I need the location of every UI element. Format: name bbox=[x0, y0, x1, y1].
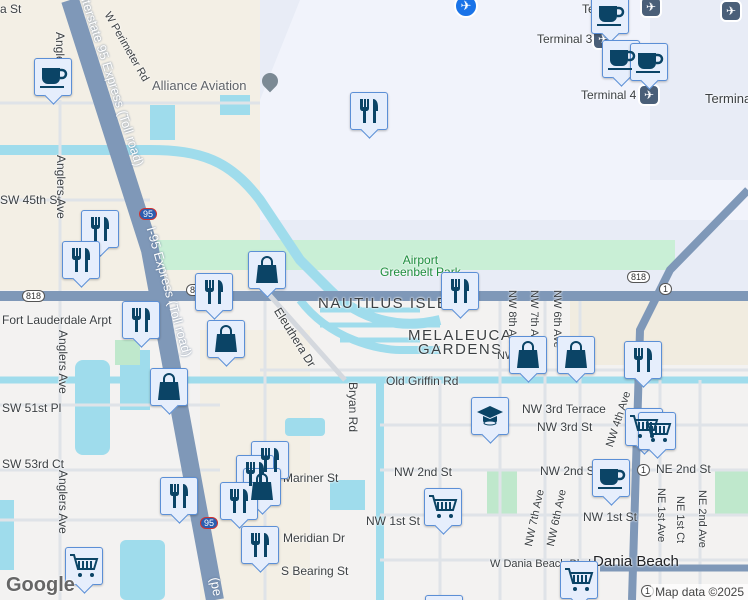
street-label: Old Griffin Rd bbox=[386, 374, 459, 388]
cafe-marker[interactable] bbox=[630, 43, 668, 81]
shopping-icon bbox=[563, 341, 589, 369]
route-shield-i95: 95 bbox=[200, 517, 219, 529]
grocery-marker[interactable] bbox=[560, 561, 598, 599]
restaurant-marker[interactable] bbox=[624, 341, 662, 379]
shopping-icon bbox=[213, 325, 239, 353]
restaurant-marker[interactable] bbox=[81, 210, 119, 248]
restaurant-icon bbox=[630, 346, 656, 374]
restaurant-icon bbox=[87, 215, 113, 243]
restaurant-icon bbox=[447, 277, 473, 305]
street-label: SW 53rd Ct bbox=[2, 457, 65, 471]
google-logo: Google bbox=[6, 574, 75, 596]
restaurant-marker[interactable] bbox=[441, 272, 479, 310]
street-label: NW 2nd St bbox=[394, 465, 453, 479]
grocery-icon bbox=[564, 567, 594, 593]
restaurant-marker[interactable] bbox=[160, 477, 198, 515]
school-marker[interactable] bbox=[471, 397, 509, 435]
grocery-icon bbox=[69, 553, 99, 579]
shopping-marker[interactable] bbox=[207, 320, 245, 358]
cafe-icon bbox=[634, 49, 664, 75]
cafe-marker[interactable] bbox=[592, 459, 630, 497]
restaurant-icon bbox=[128, 306, 154, 334]
city-label: Dania Beach bbox=[593, 553, 679, 570]
restaurant-icon bbox=[356, 97, 382, 125]
shopping-icon bbox=[249, 473, 275, 501]
shopping-marker[interactable] bbox=[425, 595, 463, 600]
terminal-label: Terminal 3 bbox=[537, 32, 593, 46]
terminal-label: Termina bbox=[705, 91, 748, 106]
cafe-icon bbox=[596, 465, 626, 491]
restaurant-icon bbox=[226, 487, 252, 515]
street-label: Anglers Ave bbox=[56, 470, 70, 534]
cafe-marker[interactable] bbox=[591, 0, 629, 34]
street-label: NW 2nd St bbox=[540, 464, 599, 478]
cafe-icon bbox=[595, 2, 625, 28]
highway-label: (pe bbox=[207, 576, 226, 598]
shopping-icon bbox=[156, 373, 182, 401]
street-label: Bryan Rd bbox=[346, 382, 360, 433]
street-label: S Bearing St bbox=[281, 564, 349, 578]
restaurant-icon bbox=[166, 482, 192, 510]
restaurant-marker[interactable] bbox=[195, 273, 233, 311]
street-label: Anglers Ave bbox=[56, 330, 70, 394]
restaurant-marker[interactable] bbox=[241, 526, 279, 564]
cafe-icon bbox=[606, 46, 636, 72]
street-label: SW 45th St bbox=[0, 193, 61, 207]
terminal-label: Terminal 4 bbox=[581, 88, 637, 102]
school-icon bbox=[476, 404, 504, 428]
street-label: NE 2nd St bbox=[656, 462, 711, 476]
map-view[interactable]: ✈ ✈ ✈ ✈ ✈ a St Alliance Aviation W Perim… bbox=[0, 0, 748, 600]
shopping-icon bbox=[515, 341, 541, 369]
terminal-2-icon[interactable]: ✈ bbox=[640, 0, 662, 18]
street-label: Fort Lauderdale Arpt bbox=[2, 313, 112, 327]
terminal-1-icon[interactable]: ✈ bbox=[720, 0, 742, 22]
street-label: NW 3rd St bbox=[537, 420, 593, 434]
grocery-icon bbox=[428, 494, 458, 520]
cafe-marker[interactable] bbox=[34, 58, 72, 96]
restaurant-marker[interactable] bbox=[62, 241, 100, 279]
street-label: NE 1st Ct bbox=[674, 496, 686, 544]
street-label: SW 51st Pl bbox=[2, 401, 62, 415]
shopping-marker[interactable] bbox=[557, 336, 595, 374]
neighborhood-label: GARDENS bbox=[418, 341, 503, 358]
route-shield-818: 818 bbox=[22, 290, 46, 302]
restaurant-icon bbox=[247, 531, 273, 559]
street-label: NE 1st Ave bbox=[655, 488, 667, 543]
street-label: NW 1st St bbox=[366, 514, 421, 528]
restaurant-icon bbox=[68, 246, 94, 274]
route-shield-818: 818 bbox=[627, 271, 651, 283]
cafe-icon bbox=[38, 64, 68, 90]
grocery-marker[interactable] bbox=[424, 488, 462, 526]
street-label: Meridian Dr bbox=[283, 531, 346, 545]
street-label: a St bbox=[0, 2, 22, 16]
alliance-aviation-label[interactable]: Alliance Aviation bbox=[152, 78, 246, 93]
restaurant-marker[interactable] bbox=[122, 301, 160, 339]
grocery-icon bbox=[642, 418, 672, 444]
map-attribution[interactable]: Map data ©2025 bbox=[651, 584, 748, 600]
street-label: Mariner St bbox=[283, 471, 339, 485]
restaurant-icon bbox=[201, 278, 227, 306]
grocery-marker[interactable] bbox=[638, 412, 676, 450]
street-label: Anglers Ave bbox=[54, 155, 68, 219]
restaurant-marker[interactable] bbox=[350, 92, 388, 130]
street-label: NW 3rd Terrace bbox=[522, 402, 606, 416]
shopping-icon bbox=[254, 256, 280, 284]
street-label: NW 1st St bbox=[583, 510, 638, 524]
route-shield-us1: 1 bbox=[659, 283, 673, 295]
route-shield-us1: 1 bbox=[637, 464, 651, 476]
neighborhood-label: NAUTILUS ISLE bbox=[318, 295, 449, 312]
street-label: NE 2nd Ave bbox=[696, 490, 708, 548]
route-shield-i95: 95 bbox=[139, 208, 158, 220]
shopping-marker[interactable] bbox=[509, 336, 547, 374]
shopping-marker[interactable] bbox=[248, 251, 286, 289]
shopping-marker[interactable] bbox=[150, 368, 188, 406]
